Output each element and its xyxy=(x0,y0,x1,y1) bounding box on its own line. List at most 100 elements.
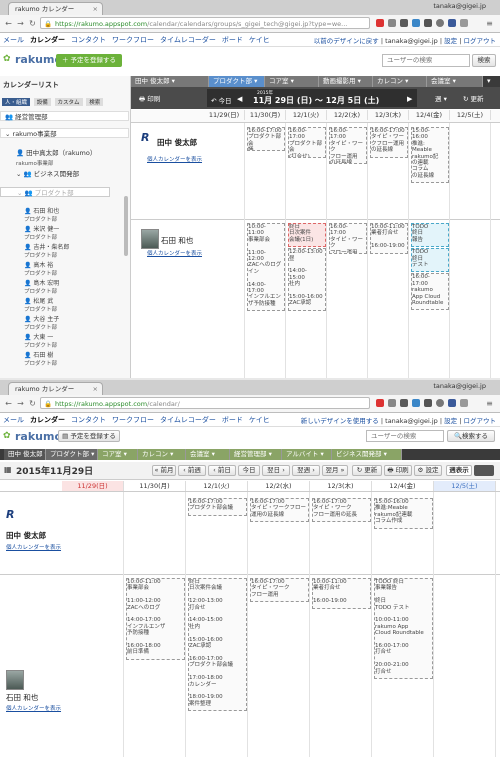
logout-link[interactable]: ログアウト xyxy=(464,417,497,425)
url-field[interactable]: 🔒 https://rakumo.appspot.com/calendar/ xyxy=(40,397,370,409)
day-column[interactable] xyxy=(434,492,496,757)
group-tab[interactable]: ビジネス開発部 xyxy=(332,449,402,460)
forward-icon[interactable]: → xyxy=(15,18,26,29)
group-tab[interactable]: 動画撮影用 xyxy=(319,76,373,87)
view-toggle[interactable] xyxy=(474,465,494,476)
day-column[interactable] xyxy=(62,492,124,757)
close-icon[interactable]: × xyxy=(93,383,98,395)
group-tab[interactable]: 会議室 xyxy=(186,449,230,460)
extension-icon[interactable] xyxy=(424,19,432,27)
nav-workflow[interactable]: ワークフロー xyxy=(112,36,154,44)
event-block[interactable]: 16:00- 17:00 タイピ・ワーク フロー運用 の延長線 xyxy=(329,127,367,164)
event-block[interactable]: 12:00-13:00 昼 14:00- 15:00 社内 15:00-16:0… xyxy=(288,248,326,311)
week-view-button[interactable]: 週表示 xyxy=(446,465,472,476)
prev-day-button[interactable]: ‹ 前日 xyxy=(208,465,236,476)
back-icon[interactable]: ← xyxy=(3,398,14,409)
back-icon[interactable]: ← xyxy=(3,18,14,29)
nav-mail[interactable]: メール xyxy=(3,416,24,424)
extension-icon[interactable] xyxy=(400,399,408,407)
member[interactable]: 👤 松尾 武プロダクト部 xyxy=(24,296,57,313)
url-field[interactable]: 🔒 https://rakumo.appspot.com/calendar/ca… xyxy=(40,17,370,29)
nav-timerecorder[interactable]: タイムレコーダー xyxy=(160,36,216,44)
tree-item[interactable]: ⌄ rakumo事業部 xyxy=(0,128,129,138)
nav-contact[interactable]: コンタクト xyxy=(71,36,106,44)
extension-icon[interactable] xyxy=(424,399,432,407)
print-button[interactable]: 🖶 印刷 xyxy=(139,93,160,106)
add-event-button[interactable]: ＋ 予定を登録する xyxy=(56,54,122,67)
personal-calendar-link[interactable]: 個人カレンダーを表示 xyxy=(6,704,61,712)
group-menu-icon[interactable]: ▾ xyxy=(487,76,491,87)
event-block[interactable]: 16:00-17:00 プロダクト部会 議 xyxy=(247,127,285,152)
today-button[interactable]: ↶ 今日 xyxy=(211,95,232,105)
event-block[interactable]: 15:00-16:00 推進:Meable rakumo記連載 コラム作成 xyxy=(374,498,433,529)
search-button[interactable]: 検索 xyxy=(472,54,496,67)
member[interactable]: 👤 米沢 健一 プロダクト部 xyxy=(24,224,59,241)
day-column[interactable] xyxy=(450,123,491,378)
member[interactable]: 👤 石田 樹プロダクト部 xyxy=(24,350,57,367)
event-block[interactable]: 16:00- 17:00 rakumo App Cloud Roundtable xyxy=(411,273,449,311)
extension-icon[interactable] xyxy=(412,19,420,27)
extension-icon[interactable] xyxy=(448,19,456,27)
event-block[interactable]: 15:00- 16:00 推進: Meable rakumo記 の連載 コラム … xyxy=(411,127,449,184)
group-tab[interactable]: プロダクト部 xyxy=(209,76,265,87)
extension-icon[interactable] xyxy=(436,19,444,27)
close-icon[interactable]: × xyxy=(93,3,98,15)
member[interactable]: 👤 島木 宏明 プロダクト部 xyxy=(24,278,59,295)
settings-button[interactable]: ⚙ 設定 xyxy=(414,465,442,476)
settings-link[interactable]: 設定 xyxy=(444,417,457,425)
event-block[interactable]: 終日 日次案件会議 12:00-13:00 打合せ 14:00-15:00 社内… xyxy=(188,578,247,711)
tree-item[interactable]: 👤 田中真太郎（rakumo） xyxy=(0,148,129,158)
next-month-button[interactable]: 翌月 » xyxy=(322,465,348,476)
event-block[interactable]: 10:00-11:00 業者打合せ 16:00-19:00 xyxy=(370,223,408,254)
next-day-button[interactable]: 翌日 › xyxy=(262,465,290,476)
event-block[interactable]: 16:00-17:00 タイピ・ワークフロー 運用の延長線 xyxy=(250,498,309,523)
prev-month-button[interactable]: « 前月 xyxy=(152,465,176,476)
event-block[interactable]: 16:00- 17:00 タイピ・ワーク フロー運用 xyxy=(329,223,367,254)
nav-keihi[interactable]: ケイヒ xyxy=(249,416,270,424)
event-block[interactable]: 16:00- 17:00 プロダクト部会 (打合せ) xyxy=(288,127,326,158)
extension-icon[interactable] xyxy=(388,399,396,407)
extension-icon[interactable] xyxy=(436,399,444,407)
event-block[interactable]: 16:00-17:00 タイピ・ワー クフロー運用 の延長線 xyxy=(370,127,408,158)
nav-contact[interactable]: コンタクト xyxy=(71,416,106,424)
extension-icon[interactable] xyxy=(400,19,408,27)
group-tab[interactable]: アルバイト xyxy=(282,449,332,460)
member[interactable]: 👤 吉井・柴名郎 プロダクト部 xyxy=(24,242,69,259)
event-block[interactable]: TODO 終日 報告 xyxy=(411,223,449,248)
print-button[interactable]: 🖶 印刷 xyxy=(384,465,412,476)
tab-facility[interactable]: 設備 xyxy=(33,98,51,106)
menu-icon[interactable]: ≡ xyxy=(484,18,495,29)
member[interactable]: 👤 大谷 主子 プロダクト部 xyxy=(24,314,59,331)
old-design-link[interactable]: 以前のデザインに戻す xyxy=(314,37,379,45)
nav-board[interactable]: ボード xyxy=(222,416,243,424)
nav-board[interactable]: ボード xyxy=(222,36,243,44)
sidebar-scrollbar[interactable] xyxy=(124,196,128,256)
browser-tab[interactable]: rakumo カレンダー × xyxy=(8,2,103,15)
event-block[interactable]: 16:00-17:00 タイピ・ワーク フロー運用の延長 xyxy=(312,498,371,523)
day-column[interactable] xyxy=(204,123,245,378)
personal-calendar-link[interactable]: 個人カレンダーを表示 xyxy=(6,543,61,551)
user-search-input[interactable] xyxy=(366,430,444,442)
user-search-input[interactable] xyxy=(382,54,470,67)
nav-calendar[interactable]: カレンダー xyxy=(30,416,65,424)
settings-link[interactable]: 設定 xyxy=(444,37,457,45)
event-block[interactable]: 10:00- 11:00 事業部会 11:00- 12:00 ZACへのログ イ… xyxy=(247,223,285,312)
group-tab[interactable]: 経営管理部 xyxy=(230,449,282,460)
refresh-button[interactable]: ↻ 更新 xyxy=(352,465,382,476)
personal-calendar-link[interactable]: 個人カレンダーを表示 xyxy=(147,155,202,163)
nav-timerecorder[interactable]: タイムレコーダー xyxy=(160,416,216,424)
group-tab[interactable]: カレコン xyxy=(138,449,186,460)
extension-icon[interactable] xyxy=(460,399,468,407)
menu-icon[interactable]: ≡ xyxy=(484,398,495,409)
reload-icon[interactable]: ↻ xyxy=(27,398,38,409)
browser-tab[interactable]: rakumo カレンダー × xyxy=(8,382,103,395)
day-column[interactable] xyxy=(310,492,372,757)
next-icon[interactable]: ▶ xyxy=(407,95,412,103)
next-week-button[interactable]: 翌週 › xyxy=(292,465,320,476)
extension-icon[interactable] xyxy=(376,399,384,407)
group-tab[interactable]: カレコン xyxy=(373,76,427,87)
extension-icon[interactable] xyxy=(448,399,456,407)
group-tab[interactable]: 田中 俊太郎 xyxy=(4,449,46,460)
search-button[interactable]: 🔍検索する xyxy=(447,430,495,442)
tab-custom[interactable]: カスタム xyxy=(54,98,83,106)
